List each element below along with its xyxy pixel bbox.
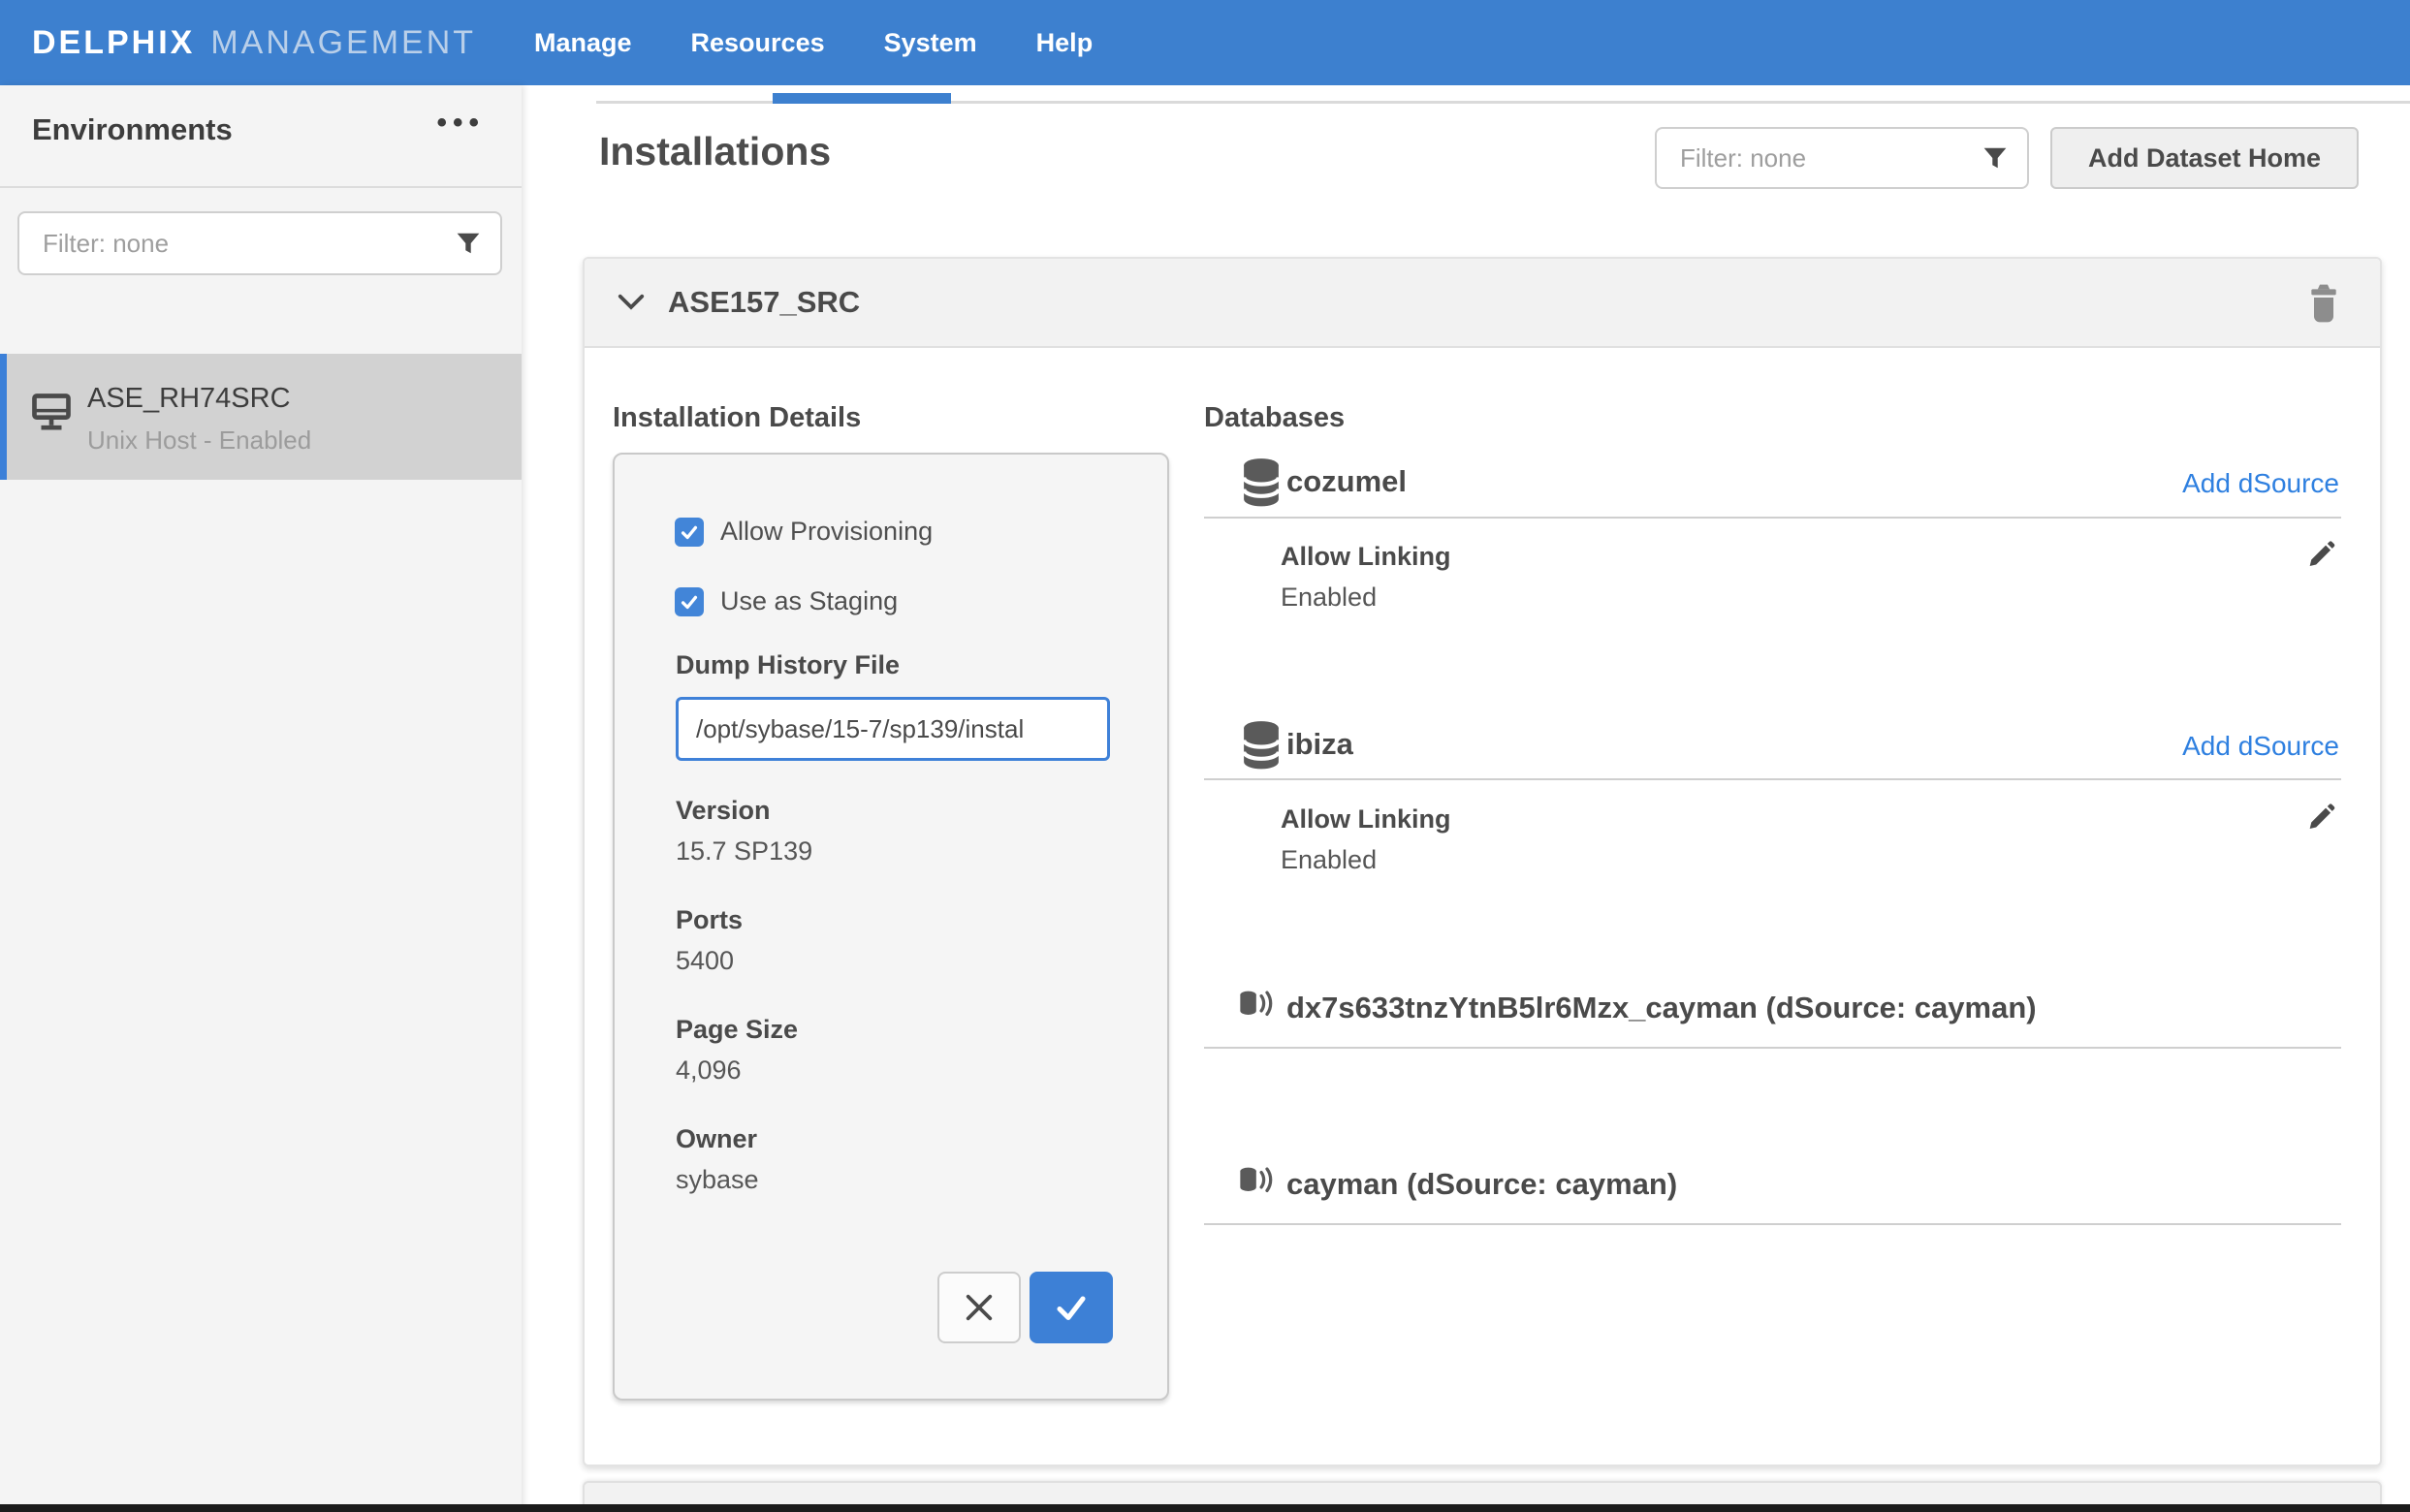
version-label: Version (676, 796, 771, 826)
allow-provisioning-label: Allow Provisioning (720, 517, 933, 547)
dsource-name: cayman (dSource: cayman) (1286, 1167, 1677, 1202)
sidebar-filter-input[interactable] (19, 213, 500, 273)
database-divider (1204, 1223, 2341, 1225)
dsource-name: dx7s633tnzYtnB5lr6Mzx_cayman (dSource: c… (1286, 991, 2037, 1025)
add-dataset-home-button[interactable]: Add Dataset Home (2050, 127, 2359, 189)
ports-label: Ports (676, 905, 743, 935)
version-value: 15.7 SP139 (676, 836, 812, 866)
edit-pencil-icon[interactable] (2304, 538, 2337, 571)
allow-linking-label: Allow Linking (1281, 804, 1451, 835)
installation-card: ASE157_SRC Installation Details Allow Pr… (583, 257, 2382, 1466)
active-tab-indicator (773, 93, 951, 104)
main-filter-input[interactable] (1657, 129, 2027, 187)
owner-label: Owner (676, 1124, 757, 1154)
database-name: cozumel (1286, 464, 1407, 499)
page-size-value: 4,096 (676, 1055, 742, 1086)
cancel-button[interactable] (937, 1272, 1021, 1343)
ports-value: 5400 (676, 946, 734, 976)
dump-history-label: Dump History File (676, 650, 900, 680)
top-navbar: DELPHIX MANAGEMENT Manage Resources Syst… (0, 0, 2410, 85)
bottom-edge-strip (0, 1504, 2410, 1512)
main-nav: Manage Resources System Help (534, 0, 1093, 85)
nav-item-system[interactable]: System (884, 28, 977, 58)
installation-details-heading: Installation Details (613, 402, 861, 434)
page-title: Installations (599, 129, 831, 174)
selected-accent-bar (0, 354, 7, 480)
environment-status: Unix Host - Enabled (87, 425, 311, 456)
dsource-icon (1238, 1164, 1277, 1199)
ellipsis-menu-icon[interactable]: ••• (436, 107, 485, 140)
nav-item-manage[interactable]: Manage (534, 28, 632, 58)
dsource-icon (1238, 988, 1277, 1023)
installation-title: ASE157_SRC (668, 285, 860, 320)
environments-sidebar: Environments ••• ASE_RH74SRC Unix Host -… (0, 85, 522, 1512)
allow-linking-label: Allow Linking (1281, 542, 1451, 572)
add-dsource-link[interactable]: Add dSource (2182, 731, 2339, 762)
databases-heading: Databases (1204, 402, 1345, 434)
chevron-down-icon[interactable] (617, 290, 646, 315)
page-size-label: Page Size (676, 1015, 798, 1045)
checkbox-row-allow-provisioning: Allow Provisioning (675, 517, 933, 547)
database-icon (1242, 457, 1281, 508)
nav-item-resources[interactable]: Resources (691, 28, 825, 58)
use-as-staging-label: Use as Staging (720, 586, 898, 616)
confirm-button[interactable] (1030, 1272, 1113, 1343)
add-dsource-link[interactable]: Add dSource (2182, 468, 2339, 499)
filter-funnel-icon[interactable] (456, 231, 481, 256)
installation-card-header[interactable]: ASE157_SRC (585, 259, 2380, 348)
allow-linking-value: Enabled (1281, 583, 1377, 613)
brand-logo: DELPHIX MANAGEMENT (32, 0, 476, 85)
database-name: ibiza (1286, 727, 1353, 762)
allow-provisioning-checkbox[interactable] (675, 518, 704, 547)
database-divider (1204, 778, 2341, 780)
main-filter-box (1655, 127, 2029, 189)
use-as-staging-checkbox[interactable] (675, 587, 704, 616)
nav-item-help[interactable]: Help (1036, 28, 1094, 58)
database-divider (1204, 1047, 2341, 1049)
sidebar-filter-box (17, 211, 502, 275)
sidebar-item-environment[interactable]: ASE_RH74SRC Unix Host - Enabled (0, 354, 522, 480)
brand-secondary: MANAGEMENT (210, 24, 476, 62)
sidebar-title: Environments (32, 112, 233, 147)
edit-pencil-icon[interactable] (2304, 801, 2337, 834)
host-icon (31, 393, 72, 433)
sidebar-divider (0, 186, 522, 188)
trash-icon[interactable] (2308, 282, 2339, 325)
database-icon (1242, 720, 1281, 771)
filter-funnel-icon[interactable] (1982, 145, 2008, 171)
brand-primary: DELPHIX (32, 24, 195, 62)
database-divider (1204, 517, 2341, 519)
allow-linking-value: Enabled (1281, 845, 1377, 875)
owner-value: sybase (676, 1165, 759, 1195)
checkbox-row-use-as-staging: Use as Staging (675, 586, 898, 616)
app-root: DELPHIX MANAGEMENT Manage Resources Syst… (0, 0, 2410, 1512)
environment-name: ASE_RH74SRC (87, 383, 291, 415)
installation-details-panel: Allow Provisioning Use as Staging Dump H… (613, 453, 1169, 1401)
dump-history-input[interactable] (676, 697, 1110, 761)
